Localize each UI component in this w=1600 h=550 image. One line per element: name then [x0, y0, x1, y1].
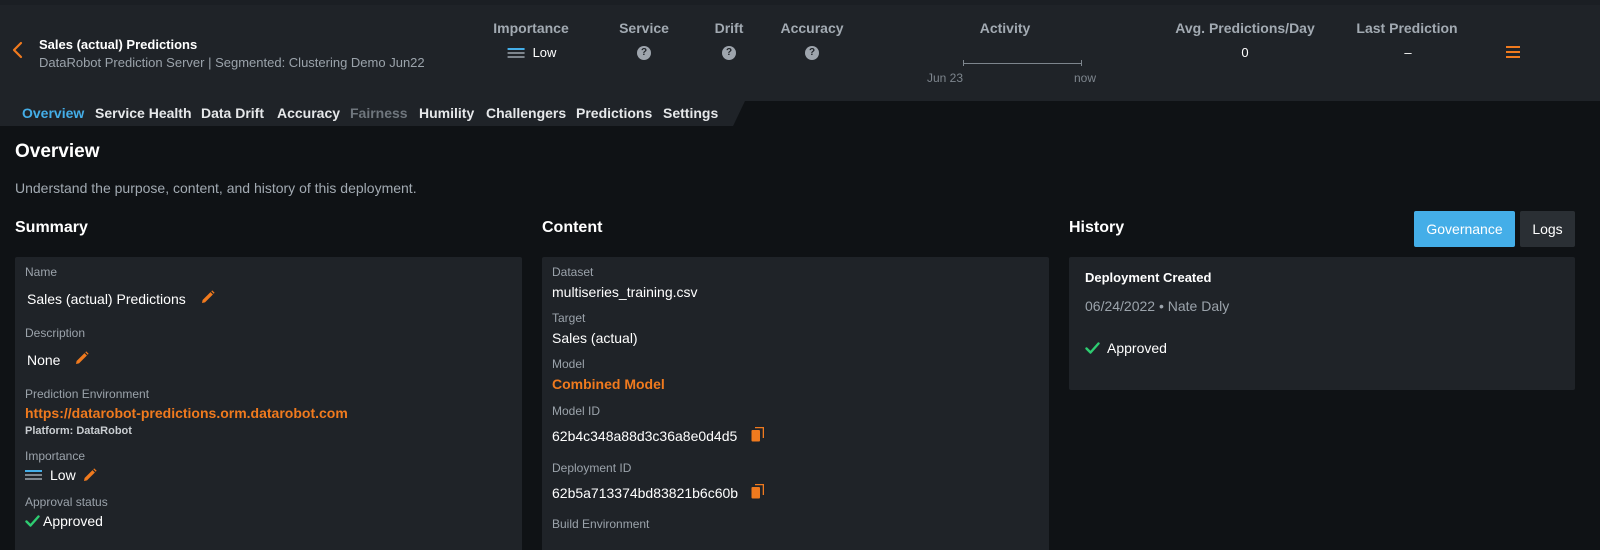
model-label: Model — [552, 357, 585, 371]
tab-data-drift[interactable]: Data Drift — [201, 105, 264, 121]
importance-value-text: Low — [532, 45, 557, 60]
target-label: Target — [552, 311, 586, 325]
content-panel — [542, 257, 1049, 550]
activity-tick-start — [963, 60, 964, 66]
deployment-subtitle: DataRobot Prediction Server | Segmented:… — [39, 55, 425, 70]
back-chevron-icon[interactable] — [10, 38, 26, 62]
prediction-environment-label: Prediction Environment — [25, 387, 150, 401]
avg-predictions-label: Avg. Predictions/Day — [1175, 20, 1315, 36]
approval-status-value: Approved — [43, 513, 103, 529]
approval-status-label: Approval status — [25, 495, 108, 509]
copy-icon[interactable] — [751, 427, 764, 442]
activity-tick-end — [1081, 60, 1082, 66]
description-label: Description — [25, 326, 86, 340]
accuracy-label: Accuracy — [780, 20, 844, 36]
history-event-status: Approved — [1107, 340, 1167, 356]
drift-label: Drift — [714, 20, 744, 36]
importance-bars-icon — [507, 47, 525, 58]
history-event-title: Deployment Created — [1085, 270, 1212, 285]
importance-label: Importance — [493, 20, 569, 36]
last-prediction-value: – — [1404, 45, 1412, 60]
dataset-label: Dataset — [552, 265, 594, 279]
activity-end-label: now — [1073, 71, 1097, 85]
importance-field-label: Importance — [25, 449, 86, 463]
importance-field-text: Low — [50, 467, 76, 483]
check-icon — [25, 515, 40, 527]
content-heading: Content — [542, 219, 603, 236]
pencil-icon[interactable] — [201, 290, 215, 304]
tab-challengers[interactable]: Challengers — [486, 105, 566, 121]
tab-predictions[interactable]: Predictions — [576, 105, 652, 121]
deployment-id-label: Deployment ID — [552, 461, 632, 475]
tab-fairness: Fairness — [350, 105, 408, 121]
history-heading: History — [1069, 219, 1125, 236]
pencil-icon[interactable] — [83, 468, 97, 482]
governance-button[interactable]: Governance — [1414, 211, 1515, 247]
tab-settings[interactable]: Settings — [663, 105, 718, 121]
deployment-id-value: 62b5a713374bd83821b6c60b — [552, 485, 739, 501]
dataset-value: multiseries_training.csv — [552, 284, 698, 300]
model-id-label: Model ID — [552, 404, 601, 418]
accuracy-question-icon[interactable]: ? — [805, 46, 819, 60]
activity-label: Activity — [979, 20, 1031, 36]
importance-field-value: Low — [25, 467, 76, 483]
deployment-title: Sales (actual) Predictions — [39, 37, 198, 52]
tab-service-health[interactable]: Service Health — [95, 105, 192, 121]
service-label: Service — [619, 20, 669, 36]
target-value: Sales (actual) — [552, 330, 638, 346]
drift-question-icon[interactable]: ? — [722, 46, 736, 60]
summary-heading: Summary — [15, 219, 88, 236]
importance-value: Low — [507, 45, 557, 60]
history-event-meta: 06/24/2022 • Nate Daly — [1085, 298, 1230, 314]
service-question-icon[interactable]: ? — [637, 46, 651, 60]
pencil-icon[interactable] — [75, 351, 89, 365]
tab-humility[interactable]: Humility — [419, 105, 474, 121]
name-label: Name — [25, 265, 58, 279]
logs-button[interactable]: Logs — [1520, 211, 1575, 247]
avg-predictions-value: 0 — [1241, 45, 1249, 60]
activity-timeline — [963, 63, 1082, 64]
check-icon — [1085, 342, 1100, 354]
description-value: None — [27, 352, 61, 368]
name-value: Sales (actual) Predictions — [27, 291, 186, 307]
build-environment-label: Build Environment — [552, 517, 650, 531]
tab-accuracy[interactable]: Accuracy — [277, 105, 340, 121]
model-link[interactable]: Combined Model — [552, 376, 665, 392]
prediction-environment-link[interactable]: https://datarobot-predictions.orm.dataro… — [25, 405, 348, 421]
last-prediction-label: Last Prediction — [1356, 20, 1458, 36]
model-id-value: 62b4c348a88d3c36a8e0d4d5 — [552, 428, 738, 444]
tab-overview[interactable]: Overview — [22, 105, 84, 121]
page-description: Understand the purpose, content, and his… — [15, 180, 417, 196]
importance-bars-icon — [25, 470, 42, 480]
platform-label: Platform: DataRobot — [25, 425, 132, 437]
menu-icon[interactable] — [1506, 46, 1520, 58]
copy-icon[interactable] — [751, 484, 764, 499]
activity-start-label: Jun 23 — [926, 71, 964, 85]
page-title: Overview — [15, 141, 100, 162]
